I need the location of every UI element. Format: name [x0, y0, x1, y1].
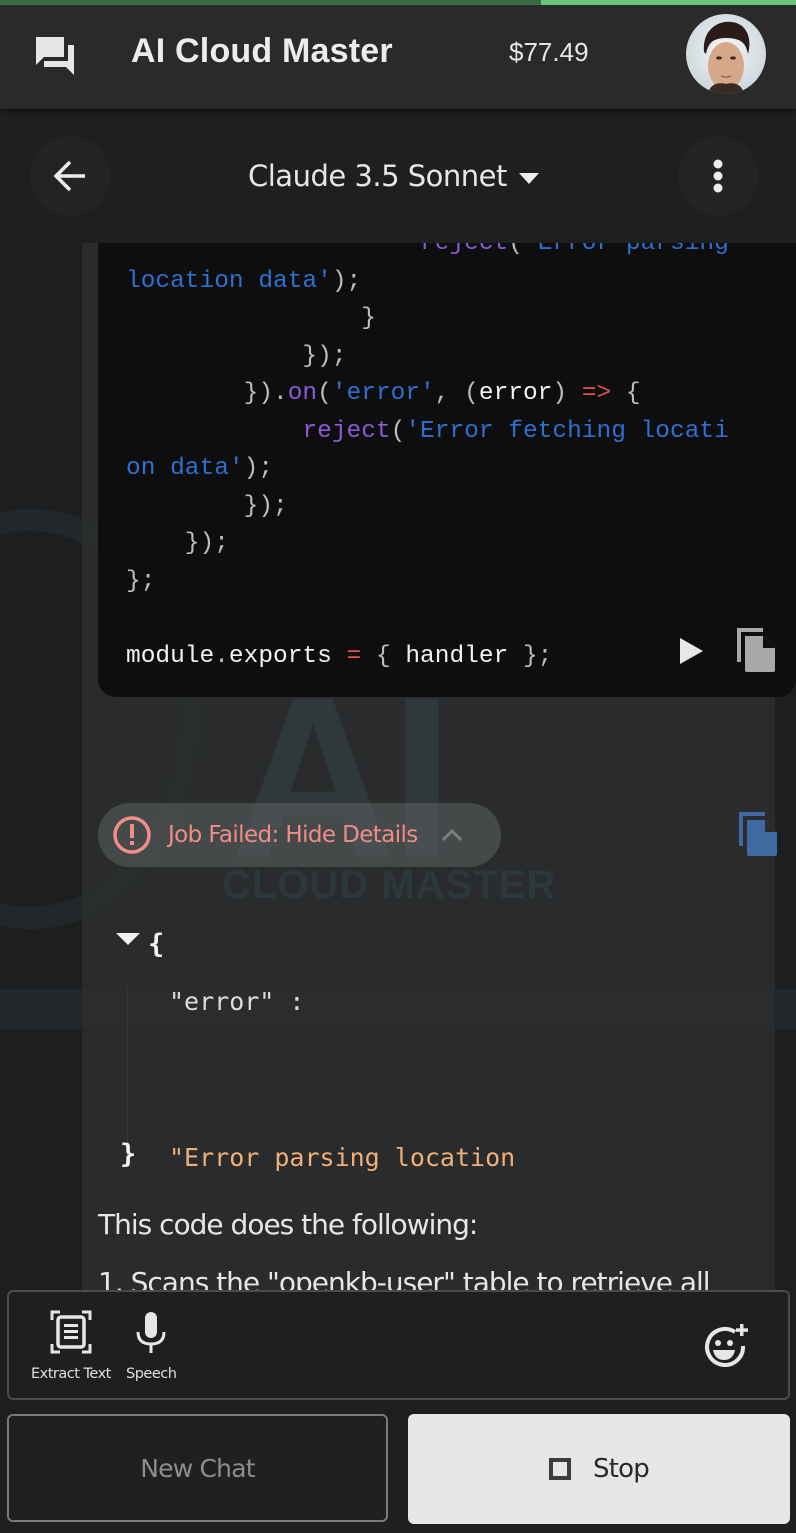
extract-text-button[interactable]: Extract Text [31, 1310, 111, 1382]
json-value-line: "Error parsing location [169, 1143, 516, 1172]
avatar[interactable] [686, 14, 766, 94]
code-token: ); [331, 267, 362, 295]
code-token: ) [552, 380, 582, 407]
code-line: }); [126, 488, 729, 526]
code-token: module [126, 642, 215, 670]
code-block: reject('Error parsing location data'); } … [98, 243, 796, 697]
code-token: on [287, 380, 318, 407]
code-token: { [611, 380, 641, 407]
account-balance: $77.49 [509, 37, 589, 67]
chat-bubbles-icon[interactable] [32, 33, 78, 79]
code-token: ); [243, 455, 274, 482]
code-token: 'Error fetching locati [405, 417, 729, 445]
copy-icon[interactable] [735, 626, 777, 674]
code-token: . [214, 642, 229, 670]
code-token: ( [390, 417, 406, 445]
speech-button[interactable]: Speech [126, 1310, 177, 1382]
avatar-image [703, 21, 750, 94]
more-options-button[interactable] [678, 136, 758, 216]
more-vertical-icon [713, 159, 723, 193]
code-token: }; [126, 567, 156, 595]
job-status-label: Job Failed: Hide Details [168, 822, 418, 848]
code-token: . [273, 380, 288, 407]
code-token: }); [126, 492, 288, 520]
code-token: 'error' [331, 380, 435, 407]
stop-button[interactable]: Stop [408, 1414, 790, 1524]
loading-progress-bar [0, 0, 796, 5]
json-open-brace: { [148, 929, 165, 960]
code-token: => [581, 380, 612, 407]
code-token: handler [405, 642, 509, 670]
code-line: }); [126, 525, 729, 563]
progress-fill [0, 0, 542, 5]
code-token: Error parsing [537, 243, 729, 257]
input-toolbar: Extract Text Speech [7, 1290, 790, 1400]
code-line: module.exports = { handler }; [126, 638, 729, 676]
code-token: }) [126, 380, 274, 407]
json-indent-guide [127, 987, 128, 1145]
code-line: } [126, 300, 729, 338]
code-token: }); [126, 530, 229, 557]
code-line: }).on('error', (error) => { [126, 375, 729, 413]
back-button[interactable] [30, 136, 110, 216]
extract-text-label: Extract Text [31, 1366, 111, 1382]
code-line: reject('Error parsing [126, 243, 729, 263]
code-content: reject('Error parsing location data'); } … [126, 243, 729, 676]
stop-square-icon [549, 1458, 572, 1480]
chevron-up-icon [441, 828, 462, 842]
microphone-icon [136, 1312, 166, 1353]
caret-down-icon [518, 172, 539, 184]
extract-text-icon [50, 1310, 92, 1354]
code-line: location data'); [126, 263, 729, 301]
code-token: }; [508, 642, 553, 670]
app-header: AI Cloud Master $77.49 [0, 5, 796, 109]
error-circle-icon [113, 816, 151, 854]
model-name: Claude 3.5 Sonnet [248, 159, 507, 193]
code-token: (' [508, 243, 538, 257]
code-token: on data' [126, 455, 244, 482]
code-token: location data' [126, 267, 332, 295]
code-token: = [346, 642, 362, 670]
arrow-left-icon [53, 160, 85, 192]
new-chat-button[interactable]: New Chat [7, 1414, 388, 1522]
code-token: ( [317, 380, 332, 407]
code-line: reject('Error fetching locati [126, 413, 729, 451]
app-title: AI Cloud Master [131, 32, 393, 70]
code-line: }); [126, 338, 729, 376]
code-token: reject [302, 417, 391, 445]
stop-label: Stop [593, 1454, 650, 1484]
bottom-action-bar: New Chat Stop [0, 1400, 796, 1533]
code-token: }); [126, 342, 347, 370]
play-icon[interactable] [676, 635, 706, 667]
code-token: error [478, 380, 553, 407]
new-chat-label: New Chat [140, 1453, 255, 1483]
code-token: exports [228, 642, 332, 670]
explanation-intro: This code does the following: [98, 1208, 478, 1241]
code-line: }; [126, 563, 729, 601]
code-token: reject [420, 243, 509, 257]
add-emoji-icon[interactable] [701, 1322, 749, 1370]
model-bar: Claude 3.5 Sonnet [0, 109, 796, 243]
copy-icon[interactable] [737, 810, 779, 858]
code-token: } [126, 305, 376, 332]
json-close-brace: } [120, 1139, 137, 1170]
json-key: "error" : [169, 987, 305, 1016]
job-failed-toggle[interactable]: Job Failed: Hide Details [98, 803, 501, 867]
collapse-triangle-icon[interactable] [116, 933, 140, 945]
speech-label: Speech [126, 1366, 177, 1382]
code-line: on data'); [126, 450, 729, 488]
model-selector[interactable]: Claude 3.5 Sonnet [248, 159, 539, 193]
watermark-cloud-master: CLOUD MASTER [222, 863, 557, 907]
code-token: , ( [434, 380, 479, 407]
code-token: { [361, 642, 406, 670]
